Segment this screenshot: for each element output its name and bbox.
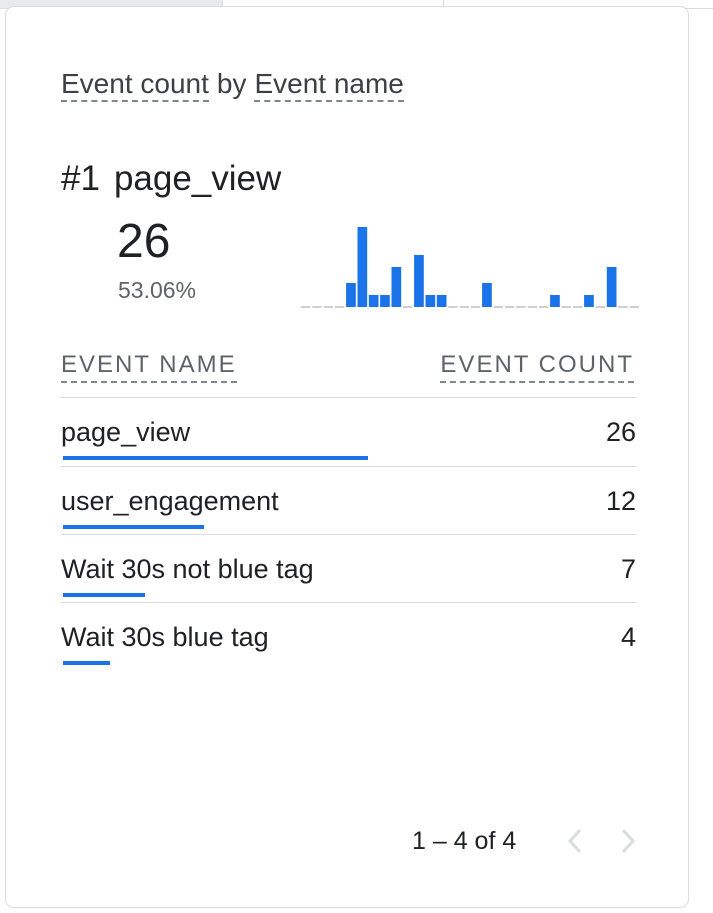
table-row[interactable]: Wait 30s blue tag 4	[61, 603, 636, 671]
sparkline-bar	[391, 267, 402, 307]
row-event-count: 12	[605, 486, 636, 516]
row-share-bar	[63, 525, 204, 529]
sparkline-bar	[482, 283, 492, 307]
top-event-percent: 53.06%	[118, 277, 197, 303]
top-rank-label: #1	[61, 159, 100, 198]
chevron-left-icon	[567, 828, 582, 854]
sparkline-bar	[357, 227, 368, 307]
sparkline-bar	[584, 295, 594, 307]
table-row[interactable]: page_view 26	[61, 398, 636, 466]
sparkline-bar	[380, 295, 390, 307]
row-event-count: 7	[620, 554, 636, 584]
row-event-name: user_engagement	[61, 486, 279, 516]
row-event-name: Wait 30s not blue tag	[61, 554, 314, 584]
dimension-selector[interactable]: Event name	[254, 68, 404, 102]
chevron-right-icon	[621, 828, 636, 854]
sparkline-bar	[425, 295, 436, 307]
table-row[interactable]: Wait 30s not blue tag 7	[61, 535, 636, 603]
row-event-name: page_view	[61, 417, 191, 447]
row-share-bar	[63, 661, 110, 665]
metric-selector[interactable]: Event count	[61, 68, 209, 102]
top-event-name: page_view	[113, 159, 282, 198]
card-title: Event count by Event name	[61, 67, 404, 102]
row-event-count: 4	[620, 622, 636, 652]
event-count-card: Event count by Event name #1 page_view 26 5…	[5, 6, 689, 908]
sparkline-chart	[301, 227, 639, 308]
row-share-bar	[63, 456, 368, 460]
table-row[interactable]: user_engagement 12	[61, 467, 636, 535]
sparkline-bar	[550, 295, 560, 307]
row-event-name: Wait 30s blue tag	[61, 622, 269, 652]
column-header-event-count[interactable]: EVENT COUNT	[440, 349, 634, 383]
top-event-heading: #1 page_view	[61, 157, 281, 201]
sparkline-bar	[368, 295, 379, 307]
sparkline-bar	[436, 295, 447, 307]
sparkline-bar	[414, 255, 424, 307]
pagination-label: 1 – 4 of 4	[412, 827, 517, 855]
top-event-value: 26	[117, 215, 171, 268]
row-event-count: 26	[605, 417, 636, 447]
title-by-text: by	[216, 68, 247, 99]
sparkline-bar	[346, 283, 356, 307]
previous-page-button[interactable]	[559, 825, 591, 857]
next-page-button[interactable]	[612, 825, 644, 857]
row-share-bar	[63, 593, 145, 597]
column-header-event-name[interactable]: EVENT NAME	[61, 349, 237, 383]
sparkline-bar	[606, 267, 617, 307]
